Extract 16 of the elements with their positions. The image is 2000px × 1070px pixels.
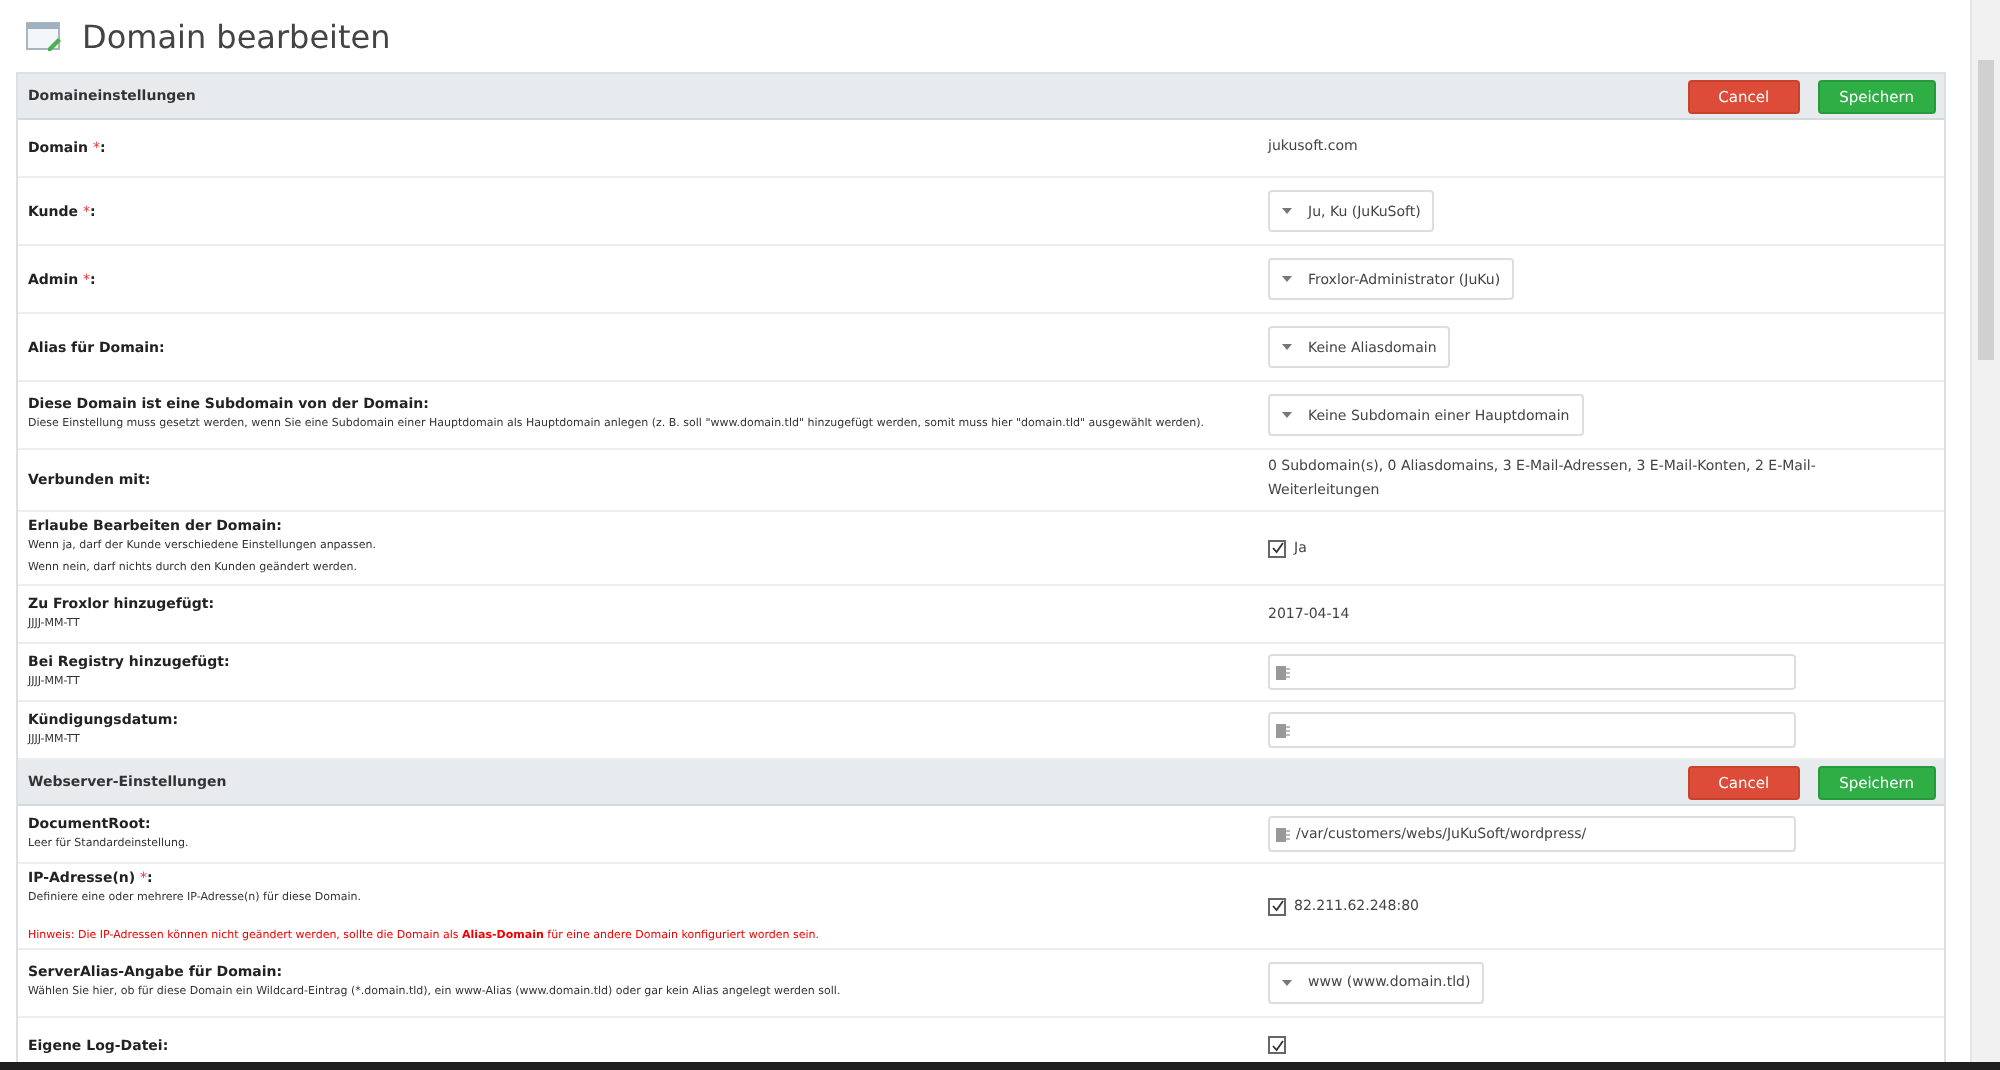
page-edit-icon xyxy=(26,21,62,51)
caret-icon xyxy=(1282,412,1292,418)
list-icon xyxy=(1276,723,1290,738)
list-icon xyxy=(1276,827,1290,842)
scrollbar-thumb[interactable] xyxy=(1978,60,1994,360)
checkbox[interactable] xyxy=(1268,1036,1286,1055)
input-field[interactable] xyxy=(1268,654,1796,691)
page-title: Domain bearbeiten xyxy=(82,17,391,55)
checkbox[interactable] xyxy=(1268,539,1286,558)
caret-icon xyxy=(1282,344,1292,350)
caret-icon xyxy=(1282,208,1292,214)
list-icon xyxy=(1276,665,1290,680)
checkbox[interactable] xyxy=(1268,897,1286,916)
input-field[interactable] xyxy=(1268,712,1796,749)
caret-icon xyxy=(1282,276,1292,282)
caret-icon xyxy=(1282,979,1292,986)
